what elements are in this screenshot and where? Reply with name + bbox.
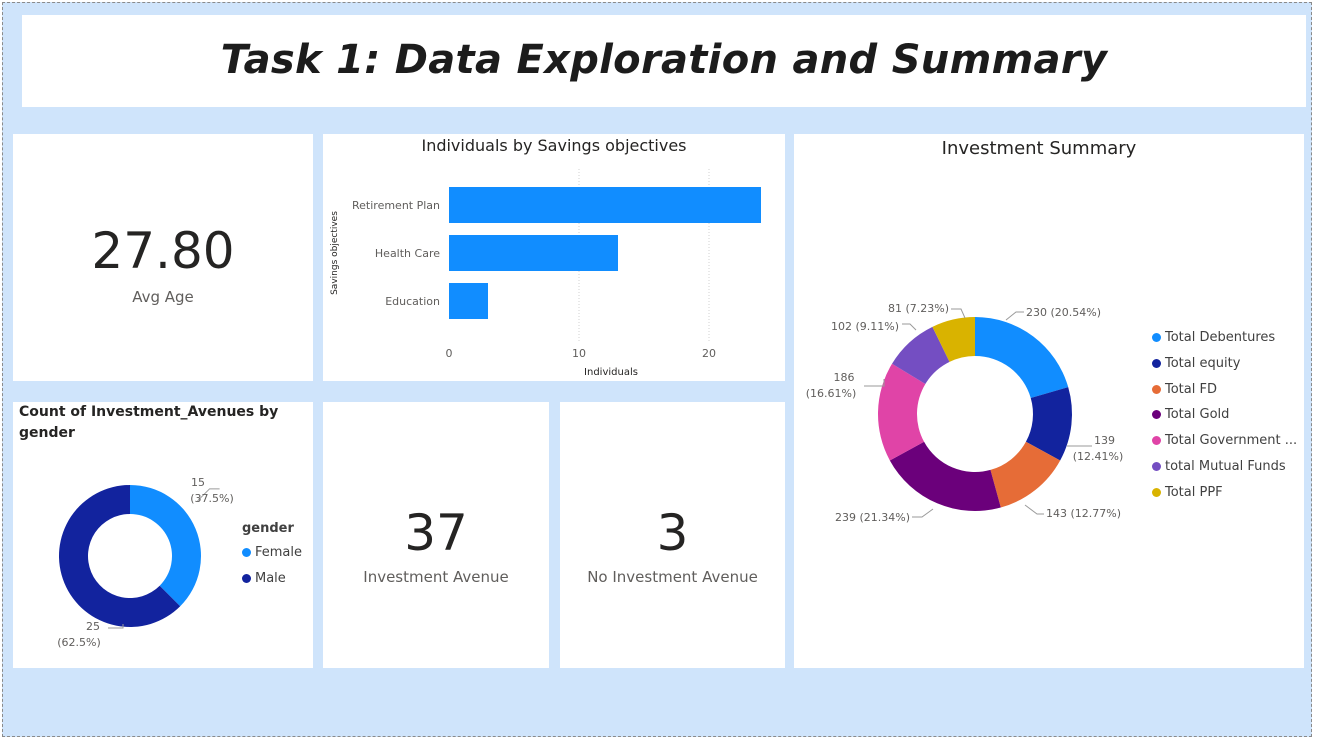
male-data-label: 25: [86, 620, 100, 633]
data-label: 81 (7.23%): [888, 302, 949, 315]
y-axis-title: Savings objectives: [330, 211, 340, 295]
gender-legend-title: gender: [242, 521, 294, 536]
legend-dot-icon: [1152, 333, 1161, 342]
leader-line: [864, 379, 885, 387]
report-canvas: Task 1: Data Exploration and Summary 27.…: [2, 2, 1312, 737]
legend-dot-icon: [1152, 436, 1161, 446]
leader-line: [1024, 504, 1044, 515]
bar: [449, 235, 618, 271]
page-title: Task 1: Data Exploration and Summary: [220, 37, 1108, 83]
savings-chart-card[interactable]: Individuals by Savings objectives 0 10 20 R…: [323, 134, 785, 381]
leader-line: [912, 508, 934, 518]
investment-avenue-label: Investment Avenue: [363, 568, 509, 586]
title-card: Task 1: Data Exploration and Summary: [22, 15, 1306, 107]
investment-avenue-value: 37: [404, 504, 468, 562]
category-label: Health Care: [375, 247, 440, 260]
leader-line: [902, 323, 917, 331]
x-axis-title: Individuals: [584, 367, 638, 378]
legend-item-total-ppf[interactable]: Total PPF: [1152, 485, 1223, 500]
data-label: 143 (12.77%): [1046, 507, 1121, 520]
data-label-pct: (16.61%): [806, 387, 857, 400]
legend-label: Total PPF: [1165, 484, 1223, 500]
x-tick-label: 10: [572, 347, 586, 360]
legend-item-female[interactable]: Female: [242, 545, 302, 560]
savings-bar-chart: 0 10 20 Retirement Plan Health Care Education…: [330, 169, 761, 378]
legend-label: Total equity: [1165, 355, 1241, 371]
legend-label: Total Gold: [1165, 407, 1230, 423]
category-label: Education: [385, 295, 440, 308]
gender-chart-card[interactable]: Count of Investment_Avenues by gender 15…: [13, 402, 313, 668]
legend-dot-icon: [1152, 410, 1161, 420]
legend-dot-icon: [1152, 462, 1161, 471]
female-data-label-pct: (37.5%): [190, 492, 234, 505]
legend-label: total Mutual Funds: [1165, 459, 1286, 474]
data-label: 239 (21.34%): [835, 511, 910, 524]
legend-item-total-equity[interactable]: Total equity: [1152, 356, 1240, 371]
legend-item-male[interactable]: Male: [242, 571, 286, 586]
legend-label: Total Government ...: [1165, 433, 1298, 449]
donut-slice-total-gold: [889, 441, 1001, 511]
legend-label: Total FD: [1165, 381, 1217, 397]
legend-item-total-fd[interactable]: Total FD: [1152, 382, 1217, 397]
female-data-label: 15: [191, 476, 205, 489]
data-label: 102 (9.11%): [831, 320, 899, 333]
data-label: 230 (20.54%): [1026, 306, 1101, 319]
avg-age-label: Avg Age: [132, 288, 194, 306]
legend-item-total-government[interactable]: Total Government ...: [1152, 433, 1297, 448]
gender-donut-chart: 15 (37.5%) 25 (62.5%): [57, 476, 234, 649]
investment-donut-chart: 230 (20.54%) 139 (12.41%) 143 (12.77%) 239 (…: [806, 302, 1124, 524]
legend-item-total-gold[interactable]: Total Gold: [1152, 407, 1229, 422]
no-investment-avenue-value: 3: [656, 504, 689, 562]
data-label-pct: (12.41%): [1073, 450, 1124, 463]
legend-dot-icon: [1152, 358, 1161, 368]
leader-line: [951, 308, 966, 319]
legend-item-total-debentures[interactable]: Total Debentures: [1152, 330, 1275, 345]
data-label: 139: [1094, 434, 1115, 447]
investment-avenue-card[interactable]: 37 Investment Avenue: [323, 402, 549, 668]
donut-slice-total-debentures: [975, 317, 1069, 398]
legend-label: Total Debentures: [1165, 330, 1276, 345]
investment-summary-card[interactable]: Investment Summary 230 (20.54%) 139 (12.41…: [794, 134, 1304, 668]
legend-dot-icon: [1152, 384, 1161, 394]
legend-label: Male: [255, 571, 286, 586]
leader-line: [1005, 311, 1024, 321]
bar: [449, 187, 761, 223]
no-investment-avenue-label: No Investment Avenue: [587, 568, 758, 586]
legend-label: Female: [255, 545, 303, 560]
data-label: 186: [834, 371, 855, 384]
category-label: Retirement Plan: [352, 199, 440, 212]
legend-dot-icon: [242, 548, 251, 557]
legend-item-total-mutual-funds[interactable]: total Mutual Funds: [1152, 459, 1286, 474]
bar: [449, 283, 488, 319]
x-tick-label: 0: [446, 347, 453, 360]
legend-dot-icon: [1152, 487, 1161, 497]
legend-dot-icon: [242, 574, 251, 583]
x-tick-label: 20: [702, 347, 716, 360]
no-investment-avenue-card[interactable]: 3 No Investment Avenue: [560, 402, 785, 668]
avg-age-card[interactable]: 27.80 Avg Age: [13, 134, 313, 381]
male-data-label-pct: (62.5%): [57, 636, 101, 649]
avg-age-value: 27.80: [91, 222, 235, 280]
